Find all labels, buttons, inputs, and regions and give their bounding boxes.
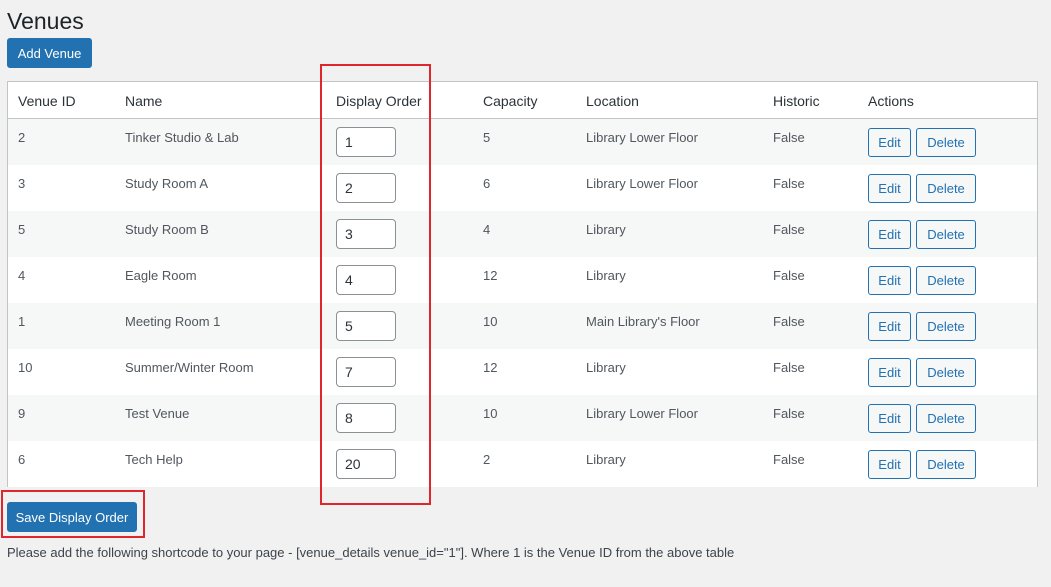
venue-id-cell: 6 [18,452,26,467]
historic-cell: False [773,406,805,421]
delete-button[interactable]: Delete [916,358,976,387]
table-row: 4 Eagle Room 12 Library False EditDelete [8,257,1037,303]
capacity-cell: 6 [483,176,491,191]
venue-name-cell: Tinker Studio & Lab [125,130,239,145]
venue-name-cell: Study Room A [125,176,209,191]
venue-name-cell: Study Room B [125,222,209,237]
edit-button[interactable]: Edit [868,450,911,479]
delete-button[interactable]: Delete [916,128,976,157]
table-row: 10 Summer/Winter Room 12 Library False EditDe… [8,349,1037,395]
location-cell: Library [586,452,626,467]
venue-id-cell: 10 [18,360,33,375]
table-row: 1 Meeting Room 1 10 Main Library's Floor Fal… [8,303,1037,349]
location-cell: Library [586,360,626,375]
historic-cell: False [773,130,805,145]
display-order-input[interactable] [336,265,396,295]
table-row: 3 Study Room A 6 Library Lower Floor False Ed… [8,165,1037,211]
venues-table: Venue ID Name Display Order Capacity Loc… [7,81,1038,487]
display-order-input[interactable] [336,403,396,433]
table-row: 5 Study Room B 4 Library False EditDelete [8,211,1037,257]
historic-cell: False [773,176,805,191]
edit-button[interactable]: Edit [868,266,911,295]
edit-button[interactable]: Edit [868,220,911,249]
location-cell: Library [586,222,626,237]
display-order-input[interactable] [336,449,396,479]
venue-name-cell: Meeting Room 1 [125,314,221,329]
location-cell: Library Lower Floor [586,130,698,145]
capacity-cell: 4 [483,222,491,237]
location-cell: Library Lower Floor [586,406,698,421]
table-row: 9 Test Venue 10 Library Lower Floor False Edi… [8,395,1037,441]
column-header-capacity: Capacity [483,93,538,109]
historic-cell: False [773,360,805,375]
venue-id-cell: 1 [18,314,26,329]
table-row: 6 Tech Help 2 Library False EditDelete [8,441,1037,487]
capacity-cell: 12 [483,268,498,283]
edit-button[interactable]: Edit [868,312,911,341]
display-order-input[interactable] [336,357,396,387]
delete-button[interactable]: Delete [916,174,976,203]
venue-name-cell: Summer/Winter Room [125,360,254,375]
delete-button[interactable]: Delete [916,312,976,341]
venue-id-cell: 4 [18,268,26,283]
venue-id-cell: 3 [18,176,26,191]
delete-button[interactable]: Delete [916,220,976,249]
table-row: 2 Tinker Studio & Lab 5 Library Lower Floor… [8,119,1037,165]
venue-id-cell: 2 [18,130,26,145]
location-cell: Library Lower Floor [586,176,698,191]
display-order-input[interactable] [336,127,396,157]
column-header-venue-id: Venue ID [18,93,76,109]
historic-cell: False [773,222,805,237]
display-order-input[interactable] [336,173,396,203]
capacity-cell: 5 [483,130,491,145]
edit-button[interactable]: Edit [868,358,911,387]
add-venue-button[interactable]: Add Venue [7,38,92,68]
venue-id-cell: 9 [18,406,26,421]
delete-button[interactable]: Delete [916,450,976,479]
delete-button[interactable]: Delete [916,404,976,433]
capacity-cell: 12 [483,360,498,375]
capacity-cell: 10 [483,314,498,329]
location-cell: Main Library's Floor [586,314,700,329]
historic-cell: False [773,268,805,283]
venue-id-cell: 5 [18,222,26,237]
display-order-input[interactable] [336,219,396,249]
venue-name-cell: Tech Help [125,452,183,467]
historic-cell: False [773,314,805,329]
table-header: Venue ID Name Display Order Capacity Loc… [8,82,1037,119]
capacity-cell: 10 [483,406,498,421]
edit-button[interactable]: Edit [868,174,911,203]
column-header-name: Name [125,93,163,109]
column-header-display-order: Display Order [336,93,422,109]
column-header-historic: Historic [773,93,820,109]
delete-button[interactable]: Delete [916,266,976,295]
venue-name-cell: Eagle Room [125,268,197,283]
edit-button[interactable]: Edit [868,404,911,433]
column-header-location: Location [586,93,639,109]
location-cell: Library [586,268,626,283]
column-header-actions: Actions [868,93,914,109]
shortcode-note: Please add the following shortcode to yo… [7,545,735,560]
save-display-order-button[interactable]: Save Display Order [7,502,137,532]
venue-name-cell: Test Venue [125,406,190,421]
capacity-cell: 2 [483,452,491,467]
historic-cell: False [773,452,805,467]
edit-button[interactable]: Edit [868,128,911,157]
display-order-input[interactable] [336,311,396,341]
page-title: Venues [7,8,84,34]
